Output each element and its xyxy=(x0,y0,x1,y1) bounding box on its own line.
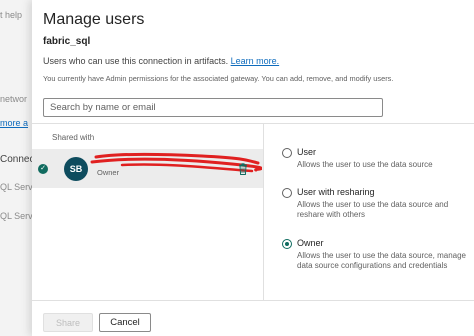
option-label: User xyxy=(297,147,317,157)
background-network-text: networ xyxy=(0,94,28,104)
option-label: User with resharing xyxy=(297,187,375,197)
share-button[interactable]: Share xyxy=(43,313,93,332)
background-app-sidebar: t help networ more a Connec QL Serv QL S… xyxy=(0,0,35,336)
cancel-button[interactable]: Cancel xyxy=(99,313,151,332)
user-role: Owner xyxy=(97,168,120,177)
radio-user-with-resharing[interactable] xyxy=(282,188,292,198)
manage-users-dialog: Manage users fabric_sql Users who can us… xyxy=(32,0,474,336)
background-sql-server-item: QL Serv xyxy=(0,182,33,192)
search-input[interactable] xyxy=(43,98,383,117)
shared-with-label: Shared with xyxy=(52,133,95,142)
learn-more-link[interactable]: Learn more. xyxy=(231,56,280,66)
admin-permissions-note: You currently have Admin permissions for… xyxy=(43,74,394,83)
column-divider xyxy=(263,124,264,300)
dialog-description: Users who can use this connection in art… xyxy=(43,56,279,66)
footer-divider xyxy=(32,300,474,301)
selected-check-icon: ✓ xyxy=(38,164,48,174)
section-divider xyxy=(32,123,474,124)
radio-owner[interactable] xyxy=(282,239,292,249)
background-sql-server-item: QL Serv xyxy=(0,211,33,221)
background-connections-text: Connec xyxy=(0,154,35,165)
option-description: Allows the user to use the data source, … xyxy=(297,251,466,270)
background-more-link[interactable]: more a xyxy=(0,118,28,128)
delete-icon[interactable] xyxy=(238,163,248,175)
option-description: Allows the user to use the data source xyxy=(297,160,433,169)
description-text: Users who can use this connection in art… xyxy=(43,56,229,66)
background-help-text: t help xyxy=(0,10,23,20)
shared-user-row[interactable]: ✓ SB Owner xyxy=(32,149,263,188)
connection-name: fabric_sql xyxy=(43,36,91,47)
option-label: Owner xyxy=(297,238,324,248)
radio-user[interactable] xyxy=(282,148,292,158)
dialog-title: Manage users xyxy=(43,11,145,28)
option-description: Allows the user to use the data source a… xyxy=(297,200,449,219)
